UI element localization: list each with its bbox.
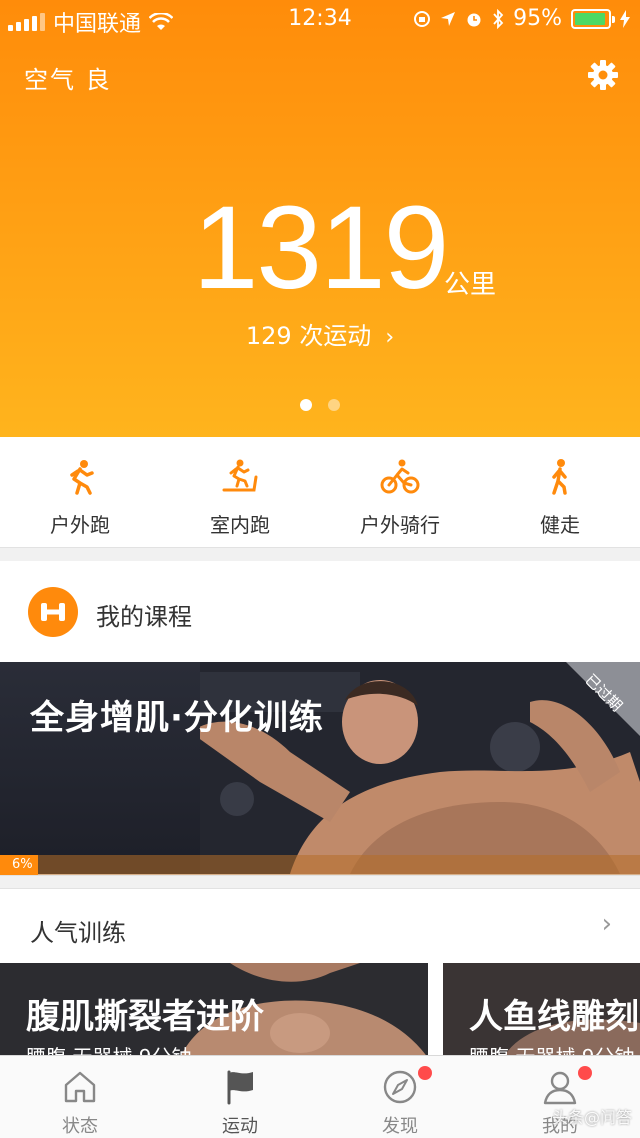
- alarm-icon: [467, 13, 481, 26]
- mode-label: 户外骑行: [360, 513, 440, 537]
- training-card[interactable]: 腹肌撕裂者进阶 腰腹 无器械 9分钟: [0, 963, 428, 1058]
- section-divider: [0, 547, 640, 561]
- course-title: 全身增肌·分化训练: [30, 698, 324, 738]
- page-indicator[interactable]: [0, 399, 640, 411]
- watermark: 头条@问答: [551, 1108, 632, 1127]
- mode-indoor-run[interactable]: 室内跑: [160, 437, 320, 547]
- tab-bar: 状态 运动 发现 我的: [0, 1055, 640, 1138]
- treadmill-icon: [222, 459, 258, 492]
- popular-training-title: 人气训练: [30, 919, 126, 947]
- mode-outdoor-run[interactable]: 户外跑: [0, 437, 160, 547]
- mode-label: 室内跑: [210, 513, 270, 537]
- total-distance[interactable]: 1319: [0, 180, 640, 316]
- gear-icon[interactable]: [586, 58, 620, 92]
- location-icon: [441, 11, 456, 26]
- my-courses-title: 我的课程: [96, 603, 192, 631]
- notification-dot: [418, 1066, 432, 1080]
- training-card-title: 腹肌撕裂者进阶: [26, 997, 264, 1037]
- outdoor-run-icon: [70, 460, 94, 495]
- status-bar: 中国联通 12:34 95%: [0, 0, 640, 38]
- tab-label: 状态: [62, 1116, 98, 1137]
- dumbbell-icon: [28, 587, 78, 637]
- training-card-title: 人鱼线雕刻: [469, 997, 639, 1037]
- training-card[interactable]: 人鱼线雕刻 腰腹 无器械 9分钟: [443, 963, 640, 1058]
- chevron-right-icon: ›: [385, 325, 395, 350]
- expired-badge: 已过期: [566, 662, 640, 736]
- profile-icon: [543, 1071, 577, 1105]
- charging-icon: [620, 9, 630, 28]
- notification-dot: [578, 1066, 592, 1080]
- bluetooth-icon: [493, 8, 504, 29]
- mode-label: 户外跑: [50, 513, 110, 537]
- distance-value: 1319: [192, 182, 450, 314]
- bike-icon: [380, 459, 420, 494]
- mode-outdoor-cycling[interactable]: 户外骑行: [320, 437, 480, 547]
- distance-unit: 公里: [444, 270, 497, 300]
- course-progress-bar: [0, 855, 640, 875]
- home-icon: [64, 1071, 96, 1103]
- summary-hero: 中国联通 12:34 95% 空气 良 1319 公里 129 次运动 ›: [0, 0, 640, 437]
- mode-label: 健走: [540, 513, 580, 537]
- course-banner[interactable]: 全身增肌·分化训练 已过期: [0, 662, 640, 874]
- expired-label: 已过期: [581, 670, 626, 716]
- compass-icon: [383, 1070, 417, 1104]
- air-quality: 空气 良: [24, 66, 112, 94]
- rotation-lock-icon: [414, 10, 431, 27]
- tab-discover[interactable]: 发现: [320, 1056, 480, 1138]
- workout-count-link[interactable]: 129 次运动 ›: [0, 316, 640, 351]
- battery-icon: [571, 8, 615, 29]
- tab-label: 发现: [382, 1116, 418, 1137]
- flag-icon: [227, 1070, 253, 1105]
- workout-count: 129 次运动: [245, 322, 372, 350]
- tab-sport[interactable]: 运动: [160, 1056, 320, 1138]
- mode-walk[interactable]: 健走: [480, 437, 640, 547]
- tab-status[interactable]: 状态: [0, 1056, 160, 1138]
- page-dot[interactable]: [328, 399, 340, 411]
- sport-mode-bar: 户外跑 室内跑 户外骑行 健走: [0, 437, 640, 547]
- my-courses-header[interactable]: 我的课程: [0, 561, 640, 661]
- chevron-right-icon: ›: [601, 909, 612, 939]
- tab-label: 运动: [222, 1116, 258, 1137]
- page-dot[interactable]: [300, 399, 312, 411]
- course-progress-text: 6%: [12, 857, 33, 872]
- battery-percent: 95%: [513, 6, 562, 31]
- popular-training-header[interactable]: 人气训练 ›: [0, 889, 640, 963]
- section-divider: [0, 875, 640, 889]
- walk-icon: [552, 459, 567, 495]
